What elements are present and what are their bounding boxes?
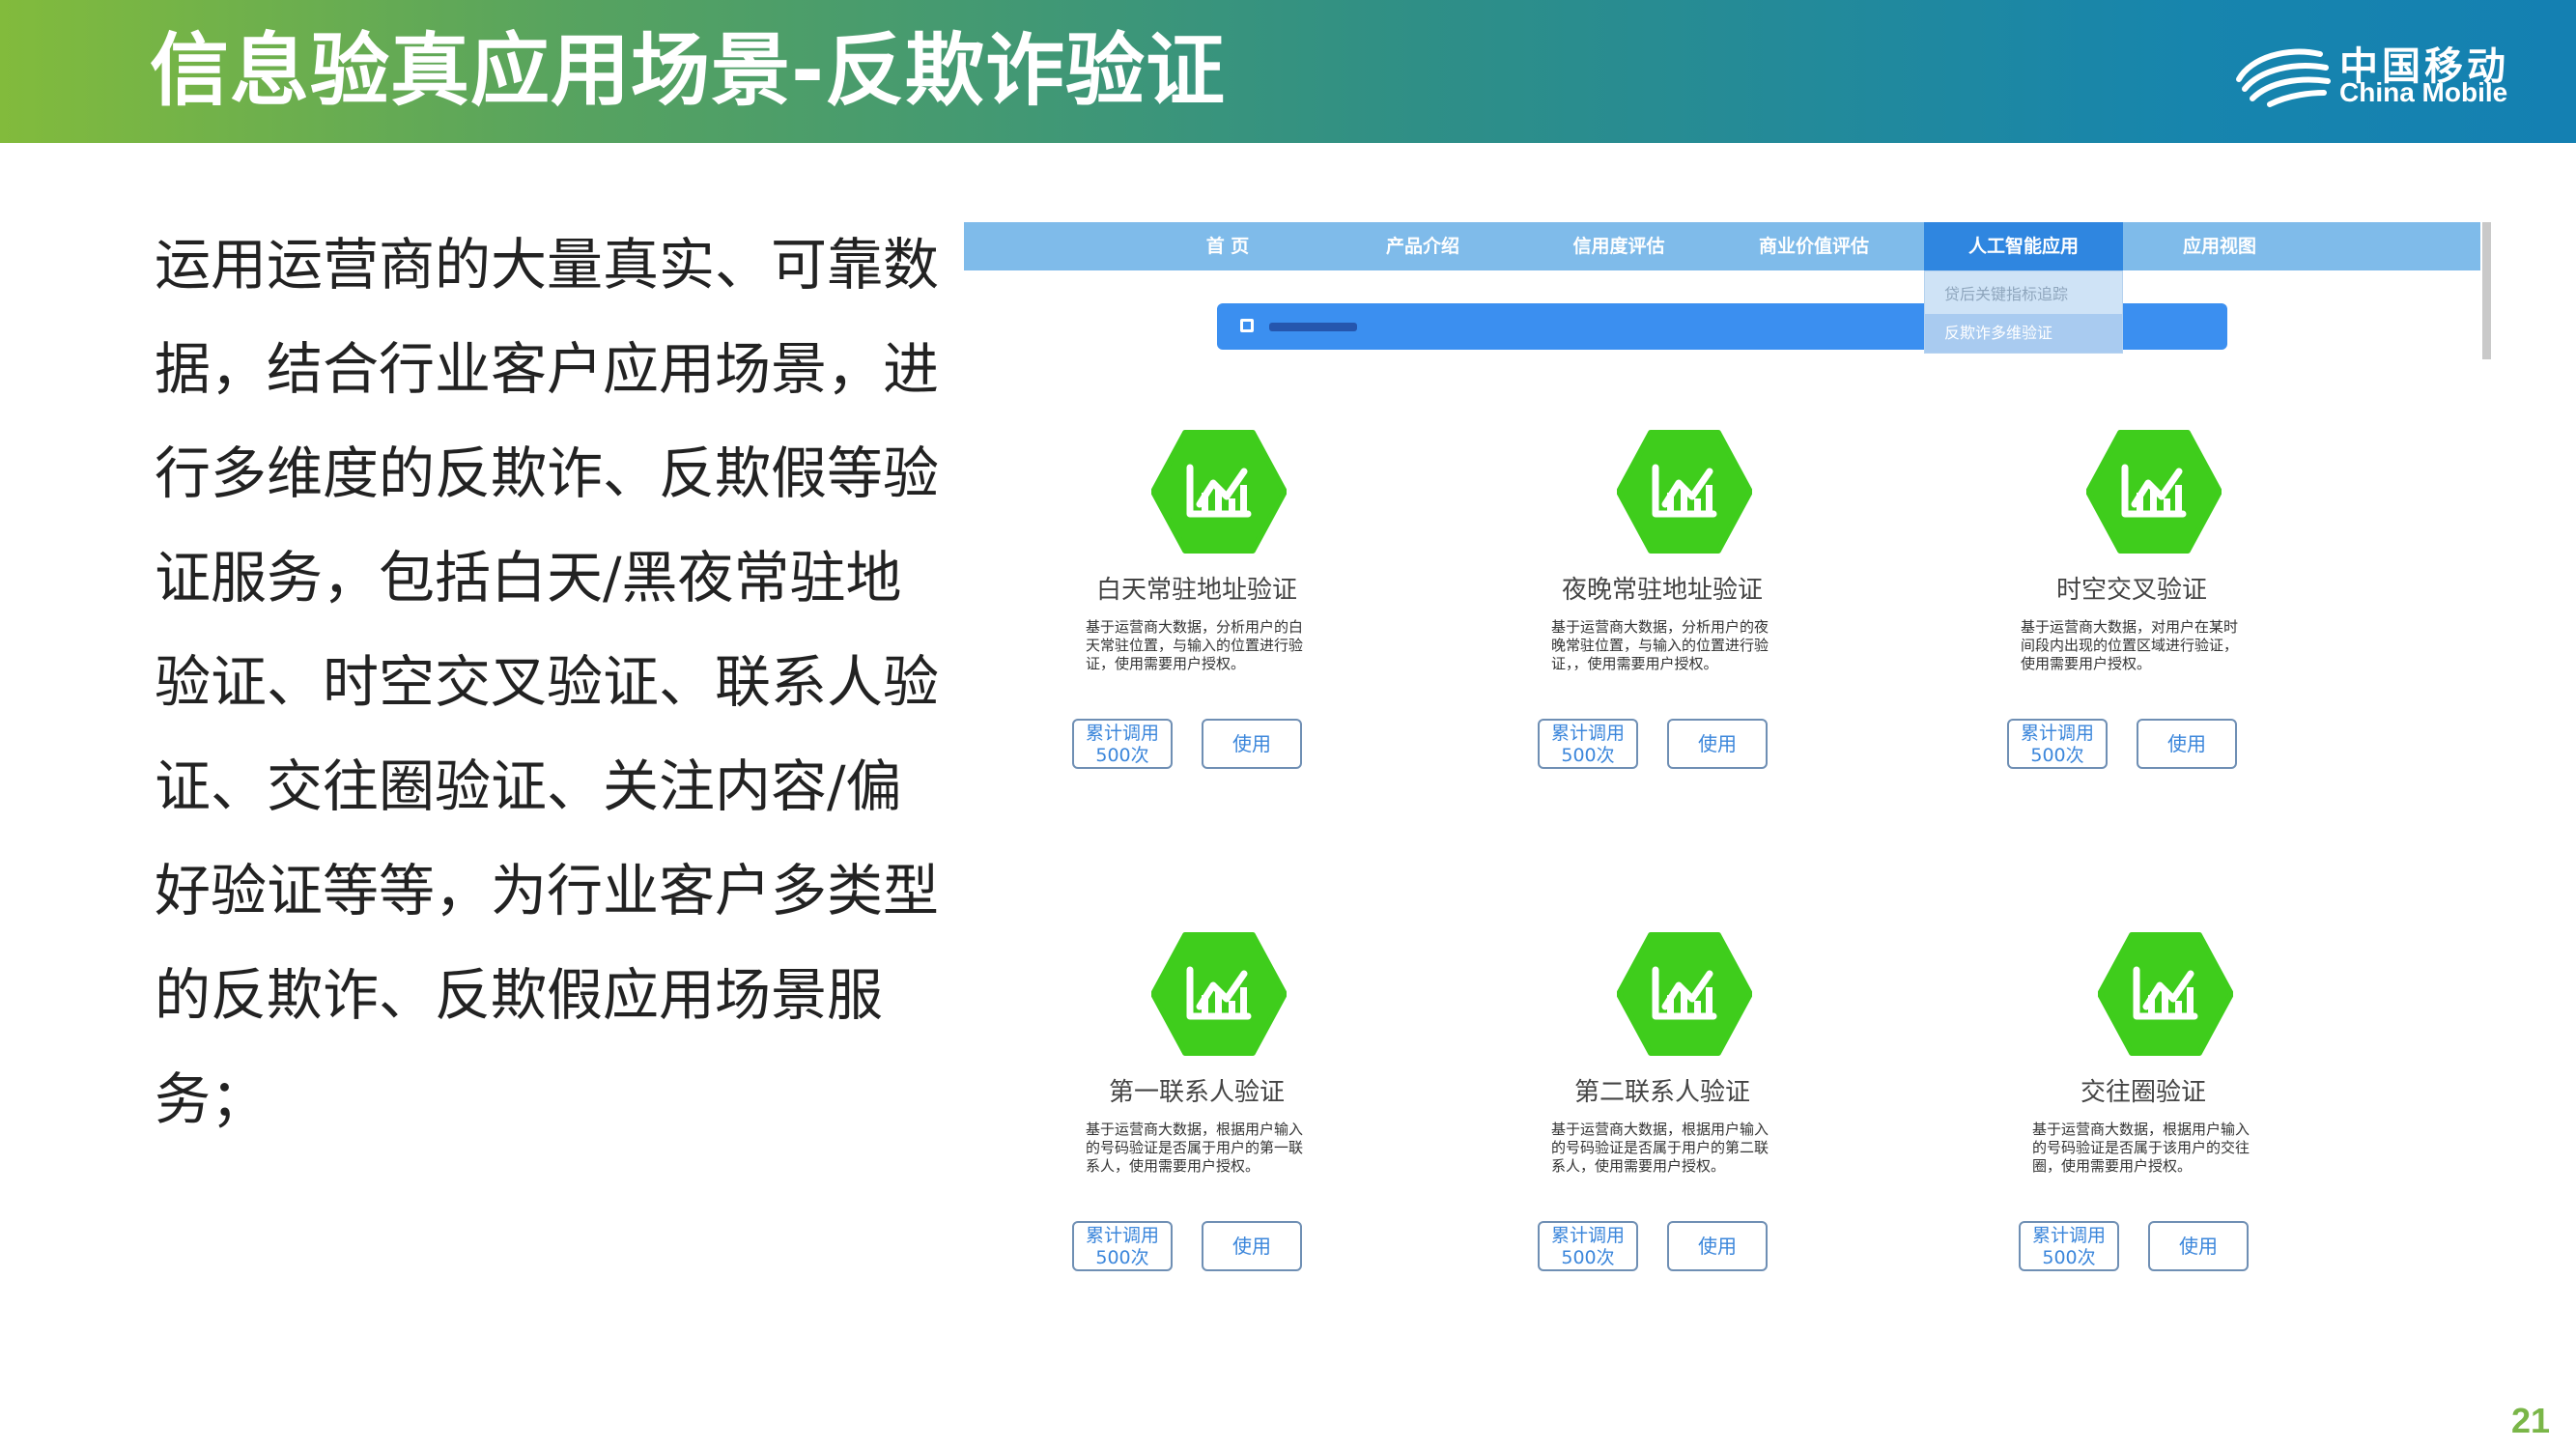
card-description: 基于运营商大数据，根据用户输入的号码验证是否属于用户的第一联系人，使用需要用户授… [1086, 1121, 1304, 1175]
chart-icon [1151, 430, 1287, 554]
chart-icon [1617, 932, 1752, 1056]
card-title: 交往圈验证 [2080, 1078, 2206, 1107]
page-number: 21 [2511, 1401, 2551, 1440]
slide-title: 信息验真应用场景-反欺诈验证 [150, 25, 1227, 117]
usage-count-value: 500次 [1095, 745, 1149, 766]
use-button[interactable]: 使用 [2137, 719, 2237, 769]
card-title: 时空交叉验证 [2055, 576, 2207, 605]
usage-count-button[interactable]: 累计调用 500次 [1538, 719, 1638, 769]
scrollbar[interactable] [2482, 222, 2491, 359]
card-description: 基于运营商大数据，分析用户的白天常驻位置，与输入的位置进行验证，使用需要用户授权… [1086, 618, 1304, 672]
dropdown-item-post-loan[interactable]: 贷后关键指标追踪 [1925, 275, 2122, 314]
usage-count-button[interactable]: 累计调用 500次 [1072, 1221, 1173, 1271]
nav-dropdown-menu: 贷后关键指标追踪 反欺诈多维验证 [1924, 270, 2123, 354]
card-description: 基于运营商大数据，根据用户输入的号码验证是否属于该用户的交往圈，使用需要用户授权… [2032, 1121, 2250, 1175]
usage-count-value: 500次 [2030, 745, 2084, 766]
chart-icon [1617, 430, 1752, 554]
usage-count-value: 500次 [1561, 745, 1615, 766]
service-card: 夜晚常驻地址验证 基于运营商大数据，分析用户的夜晚常驻位置，与输入的位置进行验证… [1503, 429, 1831, 796]
dropdown-item-anti-fraud[interactable]: 反欺诈多维验证 [1925, 314, 2122, 353]
embedded-app-screenshot: 首 页 产品介绍 信用度评估 商业价值评估 人工智能应用 应用视图 ■■■■■■… [964, 220, 2500, 1321]
usage-count-label: 累计调用 [1085, 1225, 1159, 1246]
service-card: 交往圈验证 基于运营商大数据，根据用户输入的号码验证是否属于该用户的交往圈，使用… [1984, 931, 2312, 1298]
chart-icon [1151, 932, 1287, 1056]
chart-icon [2098, 932, 2233, 1056]
service-card: 时空交叉验证 基于运营商大数据，对用户在某时间段内出现的位置区域进行验证，使用需… [1972, 429, 2301, 796]
nav-item-product-intro[interactable]: 产品介绍 [1345, 222, 1500, 270]
use-button[interactable]: 使用 [1202, 1221, 1302, 1271]
use-button[interactable]: 使用 [1667, 1221, 1768, 1271]
card-description: 基于运营商大数据，分析用户的夜晚常驻位置，与输入的位置进行验证，，使用需要用户授… [1551, 618, 1769, 672]
logo-text-en: China Mobile [2339, 77, 2508, 107]
usage-count-button[interactable]: 累计调用 500次 [1072, 719, 1173, 769]
use-button[interactable]: 使用 [1202, 719, 1302, 769]
nav-item-home[interactable]: 首 页 [1150, 222, 1305, 270]
card-title: 第二联系人验证 [1573, 1078, 1750, 1107]
nav-item-business-value[interactable]: 商业价值评估 [1737, 222, 1891, 270]
nav-item-ai-apps[interactable]: 人工智能应用 [1924, 222, 2123, 270]
card-title: 白天常驻地址验证 [1095, 576, 1297, 605]
china-mobile-logo: 中国移动 China Mobile [2231, 31, 2521, 114]
card-title: 夜晚常驻地址验证 [1561, 576, 1763, 605]
description-paragraph: 运用运营商的大量真实、可靠数据，结合行业客户应用场景，进行多维度的反欺诈、反欺假… [155, 232, 940, 1132]
use-button[interactable]: 使用 [2148, 1221, 2249, 1271]
usage-count-label: 累计调用 [2020, 723, 2094, 744]
usage-count-button[interactable]: 累计调用 500次 [2019, 1221, 2119, 1271]
usage-count-label: 累计调用 [1550, 1225, 1625, 1246]
document-icon [1240, 319, 1254, 332]
nav-item-app-view[interactable]: 应用视图 [2142, 222, 2297, 270]
usage-count-button[interactable]: 累计调用 500次 [2007, 719, 2108, 769]
service-card: 第二联系人验证 基于运营商大数据，根据用户输入的号码验证是否属于用户的第二联系人… [1503, 931, 1831, 1298]
title-banner: 信息验真应用场景-反欺诈验证 中国移动 China Mobile [0, 0, 2576, 143]
usage-count-value: 500次 [1561, 1247, 1615, 1268]
usage-count-label: 累计调用 [1085, 723, 1159, 744]
card-title: 第一联系人验证 [1108, 1078, 1285, 1107]
card-description: 基于运营商大数据，对用户在某时间段内出现的位置区域进行验证，使用需要用户授权。 [2021, 618, 2239, 672]
nav-item-credit-eval[interactable]: 信用度评估 [1542, 222, 1696, 270]
service-card: 白天常驻地址验证 基于运营商大数据，分析用户的白天常驻位置，与输入的位置进行验证… [1037, 429, 1366, 796]
top-nav-bar: 首 页 产品介绍 信用度评估 商业价值评估 人工智能应用 应用视图 [964, 222, 2480, 270]
use-button[interactable]: 使用 [1667, 719, 1768, 769]
card-description: 基于运营商大数据，根据用户输入的号码验证是否属于用户的第二联系人，使用需要用户授… [1551, 1121, 1769, 1175]
search-text-redacted: ■■■■■■ [1269, 312, 1359, 341]
usage-count-button[interactable]: 累计调用 500次 [1538, 1221, 1638, 1271]
usage-count-value: 500次 [1095, 1247, 1149, 1268]
usage-count-label: 累计调用 [1550, 723, 1625, 744]
china-mobile-logo-icon [2236, 48, 2331, 107]
usage-count-value: 500次 [2042, 1247, 2096, 1268]
usage-count-label: 累计调用 [2031, 1225, 2106, 1246]
chart-icon [2086, 430, 2222, 554]
search-bar-end [2123, 303, 2227, 350]
service-card: 第一联系人验证 基于运营商大数据，根据用户输入的号码验证是否属于用户的第一联系人… [1037, 931, 1366, 1298]
search-bar[interactable]: ■■■■■■ [1217, 303, 1924, 350]
